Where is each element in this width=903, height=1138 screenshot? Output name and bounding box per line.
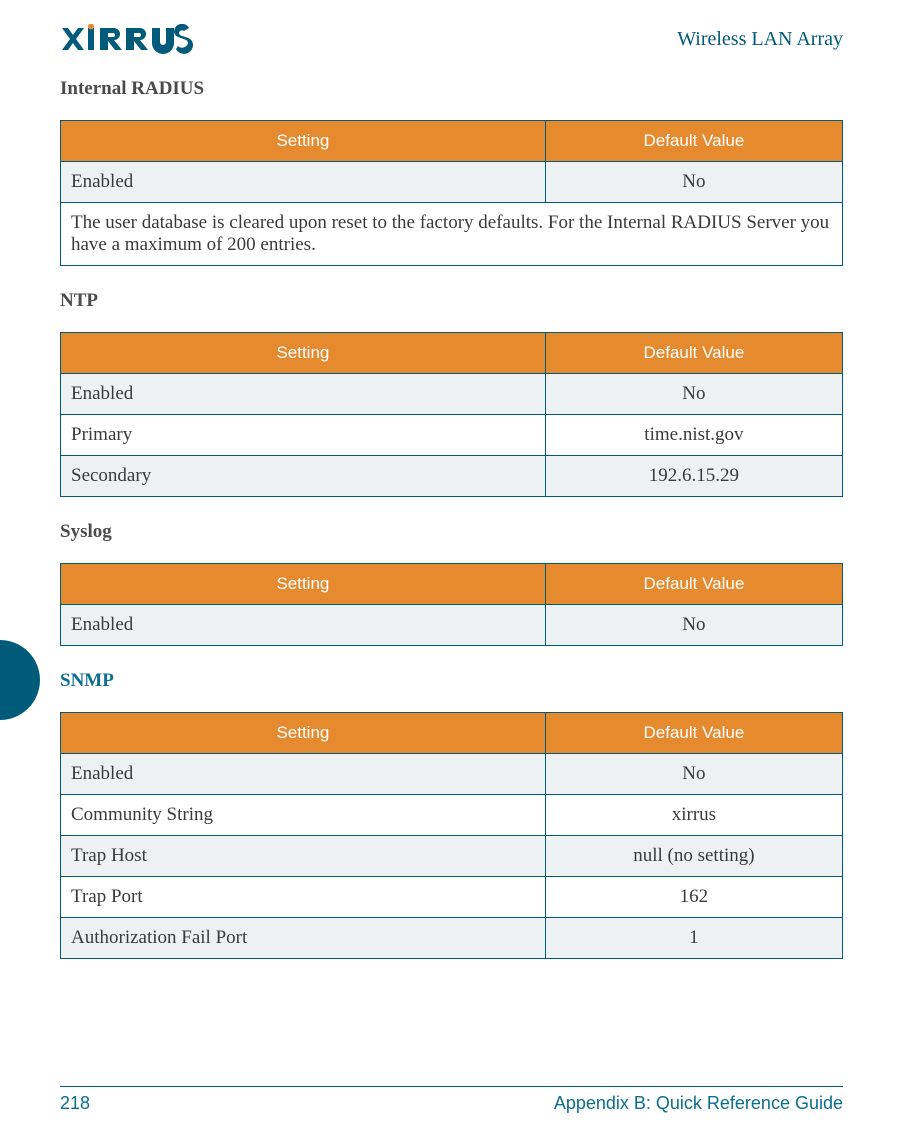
snmp-table: Setting Default Value Enabled No Communi… <box>60 712 843 959</box>
cell-value: No <box>545 162 842 203</box>
page-header: Wireless LAN Array <box>60 24 843 54</box>
table-row: Trap Host null (no setting) <box>61 836 843 877</box>
cell-note: The user database is cleared upon reset … <box>61 203 843 266</box>
cell-value: 192.6.15.29 <box>545 456 842 497</box>
ntp-table: Setting Default Value Enabled No Primary… <box>60 332 843 497</box>
syslog-table: Setting Default Value Enabled No <box>60 563 843 646</box>
cell-setting: Enabled <box>61 754 546 795</box>
col-header-value: Default Value <box>545 121 842 162</box>
col-header-setting: Setting <box>61 713 546 754</box>
appendix-title: Appendix B: Quick Reference Guide <box>554 1093 843 1114</box>
cell-setting: Enabled <box>61 374 546 415</box>
table-row: Enabled No <box>61 374 843 415</box>
section-heading-snmp[interactable]: SNMP <box>60 670 843 692</box>
section-heading-syslog: Syslog <box>60 521 843 543</box>
table-row: Enabled No <box>61 754 843 795</box>
page-footer: 218 Appendix B: Quick Reference Guide <box>60 1086 843 1114</box>
table-row: Authorization Fail Port 1 <box>61 918 843 959</box>
brand-logo <box>60 24 210 54</box>
col-header-value: Default Value <box>545 333 842 374</box>
cell-setting: Trap Port <box>61 877 546 918</box>
document-title: Wireless LAN Array <box>677 28 843 51</box>
cell-value: 1 <box>545 918 842 959</box>
col-header-value: Default Value <box>545 564 842 605</box>
page-edge-tab <box>0 640 40 720</box>
table-header-row: Setting Default Value <box>61 333 843 374</box>
section-heading-ntp: NTP <box>60 290 843 312</box>
internal-radius-table: Setting Default Value Enabled No The use… <box>60 120 843 266</box>
table-note-row: The user database is cleared upon reset … <box>61 203 843 266</box>
cell-setting: Primary <box>61 415 546 456</box>
page-number: 218 <box>60 1093 90 1114</box>
col-header-setting: Setting <box>61 564 546 605</box>
col-header-setting: Setting <box>61 333 546 374</box>
col-header-setting: Setting <box>61 121 546 162</box>
table-header-row: Setting Default Value <box>61 121 843 162</box>
table-row: Trap Port 162 <box>61 877 843 918</box>
cell-value: null (no setting) <box>545 836 842 877</box>
cell-value: time.nist.gov <box>545 415 842 456</box>
section-heading-internal-radius: Internal RADIUS <box>60 78 843 100</box>
col-header-value: Default Value <box>545 713 842 754</box>
table-header-row: Setting Default Value <box>61 713 843 754</box>
cell-setting: Trap Host <box>61 836 546 877</box>
table-row: Community String xirrus <box>61 795 843 836</box>
cell-setting: Enabled <box>61 162 546 203</box>
table-row: Enabled No <box>61 605 843 646</box>
cell-setting: Secondary <box>61 456 546 497</box>
cell-value: xirrus <box>545 795 842 836</box>
table-header-row: Setting Default Value <box>61 564 843 605</box>
cell-setting: Enabled <box>61 605 546 646</box>
table-row: Primary time.nist.gov <box>61 415 843 456</box>
table-row: Enabled No <box>61 162 843 203</box>
cell-setting: Community String <box>61 795 546 836</box>
cell-value: 162 <box>545 877 842 918</box>
xirrus-logo-icon <box>60 24 210 54</box>
cell-setting: Authorization Fail Port <box>61 918 546 959</box>
cell-value: No <box>545 605 842 646</box>
table-row: Secondary 192.6.15.29 <box>61 456 843 497</box>
cell-value: No <box>545 754 842 795</box>
cell-value: No <box>545 374 842 415</box>
